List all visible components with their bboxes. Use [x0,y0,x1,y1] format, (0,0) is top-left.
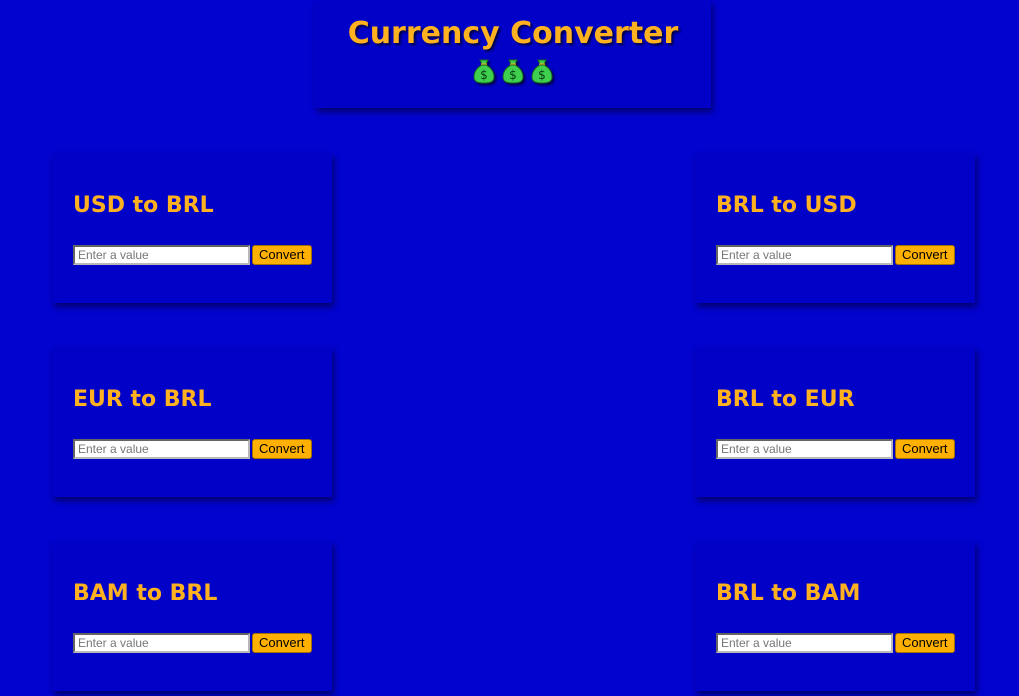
card-title: EUR to BRL [73,387,212,412]
card-title: BRL to BAM [716,581,861,606]
money-bag-icon: $ [530,58,554,84]
convert-button[interactable]: Convert [252,245,312,265]
converter-form: Convert [73,439,312,459]
money-bags: $ $ $ [315,58,711,84]
card-title: BAM to BRL [73,581,218,606]
converter-card-brl-bam: BRL to BAM Convert [695,541,975,691]
money-bag-icon: $ [501,58,525,84]
value-input[interactable] [73,245,250,265]
value-input[interactable] [716,245,893,265]
converter-form: Convert [73,245,312,265]
value-input[interactable] [73,439,250,459]
converter-card-bam-brl: BAM to BRL Convert [52,541,332,691]
converter-form: Convert [716,439,955,459]
converter-card-brl-usd: BRL to USD Convert [695,153,975,303]
converter-form: Convert [716,633,955,653]
svg-text:$: $ [538,68,546,82]
converter-card-brl-eur: BRL to EUR Convert [695,347,975,497]
svg-text:$: $ [480,68,488,82]
card-title: USD to BRL [73,193,214,218]
convert-button[interactable]: Convert [895,439,955,459]
converter-card-eur-brl: EUR to BRL Convert [52,347,332,497]
money-bag-icon: $ [472,58,496,84]
convert-button[interactable]: Convert [252,633,312,653]
header-panel: Currency Converter $ $ $ [315,0,711,108]
value-input[interactable] [716,633,893,653]
converter-card-usd-brl: USD to BRL Convert [52,153,332,303]
convert-button[interactable]: Convert [895,633,955,653]
converter-form: Convert [73,633,312,653]
converter-form: Convert [716,245,955,265]
page-title: Currency Converter [347,16,679,51]
value-input[interactable] [716,439,893,459]
card-title: BRL to USD [716,193,857,218]
card-title: BRL to EUR [716,387,855,412]
convert-button[interactable]: Convert [252,439,312,459]
convert-button[interactable]: Convert [895,245,955,265]
svg-text:$: $ [509,68,517,82]
value-input[interactable] [73,633,250,653]
